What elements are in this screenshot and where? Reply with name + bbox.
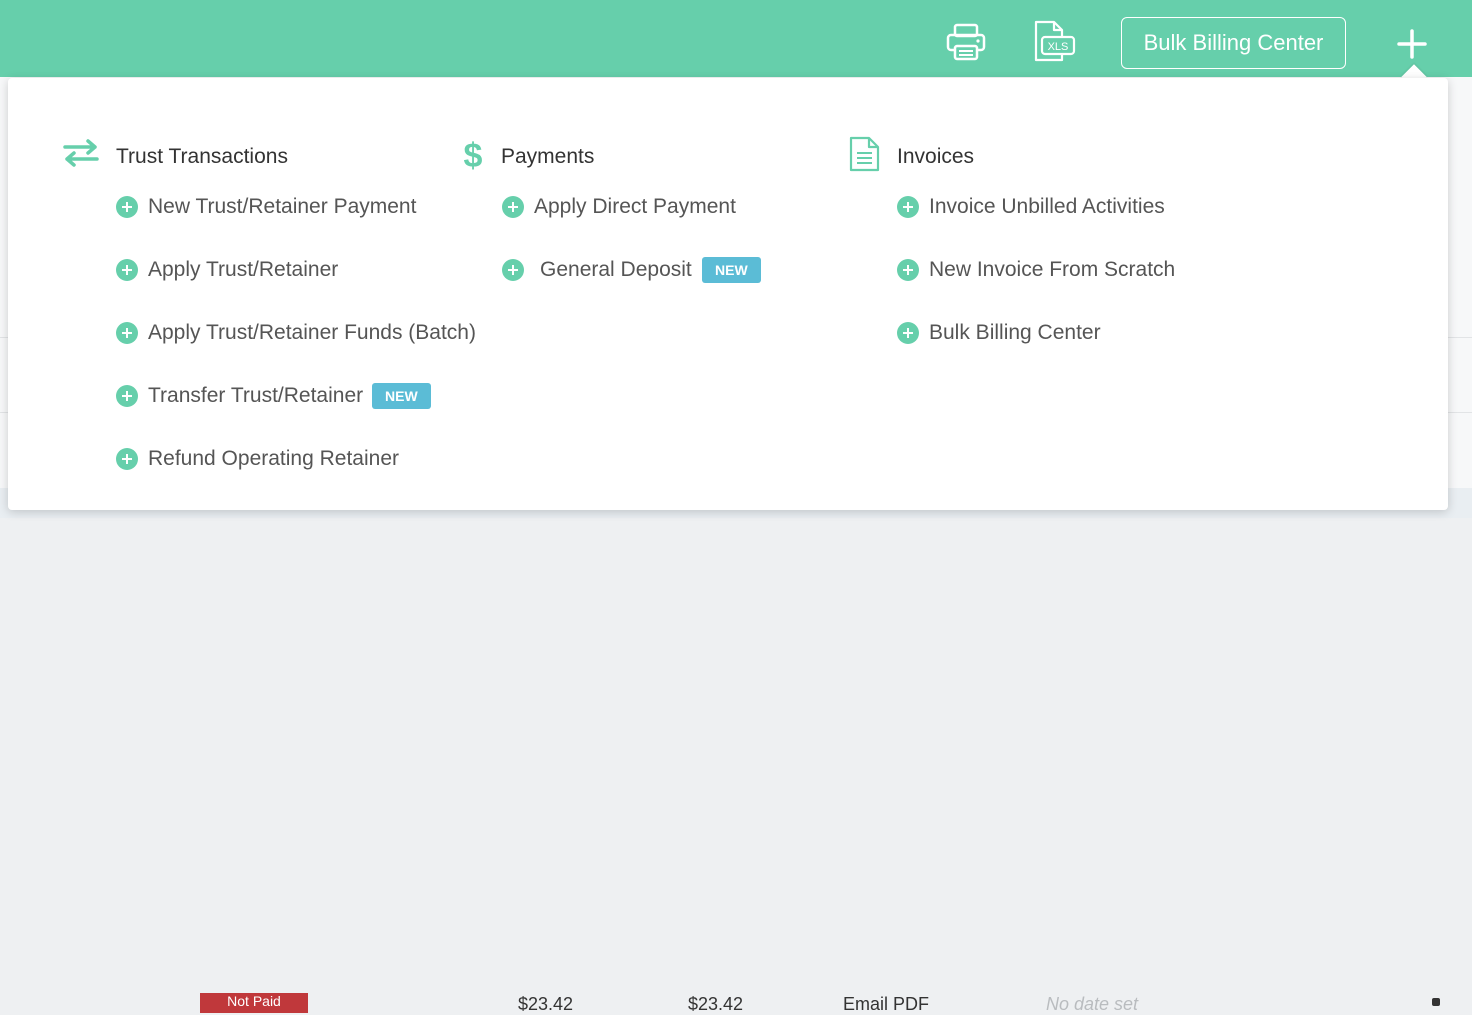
- section-title: Trust Transactions: [116, 145, 288, 168]
- plus-circle-icon: [897, 196, 919, 218]
- plus-icon[interactable]: [1394, 26, 1430, 62]
- plus-circle-icon: [502, 259, 524, 281]
- plus-circle-icon: [897, 322, 919, 344]
- section-title: Invoices: [897, 145, 975, 168]
- transfer-arrows-icon: [63, 138, 99, 173]
- scrollbar-thumb[interactable]: [1432, 998, 1440, 1006]
- dropdown-caret-cover: [1396, 78, 1436, 92]
- menu-item-label: Apply Trust/Retainer Funds (Batch): [148, 321, 476, 344]
- plus-circle-icon: [116, 322, 138, 344]
- menu-item-label: New Trust/Retainer Payment: [148, 195, 417, 218]
- menu-item-label: Apply Direct Payment: [534, 195, 736, 218]
- invoice-total: $23.42: [518, 994, 574, 1014]
- plus-circle-icon: [116, 259, 138, 281]
- new-badge: NEW: [702, 257, 761, 283]
- svg-text:$: $: [464, 137, 483, 173]
- menu-item-label: Transfer Trust/Retainer: [148, 384, 364, 407]
- invoice-balance: $23.42: [688, 994, 744, 1014]
- plus-circle-icon: [116, 385, 138, 407]
- plus-circle-icon: [116, 196, 138, 218]
- invoice-date: No date set: [1046, 994, 1139, 1014]
- plus-circle-icon: [897, 259, 919, 281]
- top-toolbar: XLS Bulk Billing Center: [0, 0, 1472, 77]
- menu-item-label: General Deposit: [540, 258, 692, 281]
- menu-item-label: New Invoice From Scratch: [929, 258, 1176, 281]
- xls-label: XLS: [1048, 41, 1069, 53]
- printer-icon[interactable]: [944, 20, 988, 64]
- document-icon: [849, 136, 881, 177]
- new-badge: NEW: [372, 383, 431, 409]
- bulk-billing-center-button[interactable]: Bulk Billing Center: [1121, 17, 1346, 69]
- menu-item-label: Invoice Unbilled Activities: [929, 195, 1165, 218]
- add-menu-dropdown: Trust Transactions New Trust/Retainer Pa…: [8, 78, 1448, 510]
- xls-export-icon[interactable]: XLS: [1032, 20, 1076, 64]
- menu-item-label: Bulk Billing Center: [929, 321, 1101, 344]
- plus-circle-icon: [116, 448, 138, 470]
- invoice-delivery: Email PDF: [843, 994, 930, 1014]
- menu-item-label: Refund Operating Retainer: [148, 447, 399, 470]
- status-badge: Not Paid: [200, 993, 308, 1013]
- section-title: Payments: [501, 145, 595, 168]
- menu-item-label: Apply Trust/Retainer: [148, 258, 339, 281]
- dollar-icon: $: [461, 135, 485, 178]
- plus-circle-icon: [502, 196, 524, 218]
